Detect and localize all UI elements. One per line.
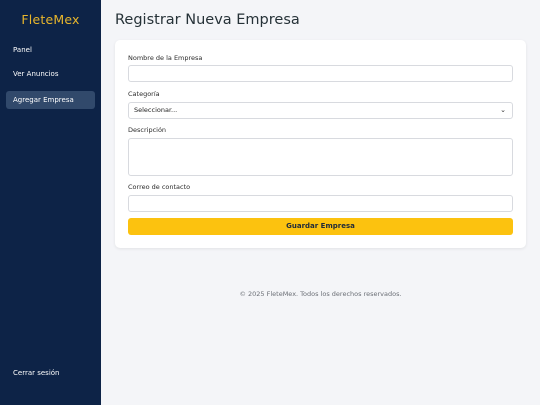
- sidebar-item-panel[interactable]: Panel: [6, 41, 95, 59]
- logout-link[interactable]: Cerrar sesión: [13, 369, 59, 377]
- category-select[interactable]: Seleccionar... ⌄: [128, 102, 513, 119]
- company-name-label: Nombre de la Empresa: [128, 54, 203, 62]
- category-label: Categoría: [128, 90, 160, 98]
- contact-email-input[interactable]: [128, 195, 513, 212]
- company-name-input[interactable]: [128, 65, 513, 82]
- description-textarea[interactable]: [128, 138, 513, 176]
- page-title: Registrar Nueva Empresa: [115, 12, 300, 28]
- chevron-down-icon: ⌄: [500, 106, 506, 114]
- contact-email-label: Correo de contacto: [128, 183, 191, 191]
- save-company-button[interactable]: Guardar Empresa: [128, 218, 513, 235]
- footer-copyright: © 2025 FleteMex. Todos los derechos rese…: [239, 290, 402, 298]
- brand-logo[interactable]: FleteMex: [0, 12, 101, 27]
- company-form-card: Nombre de la Empresa Categoría Seleccion…: [115, 40, 526, 248]
- category-selected-value: Seleccionar...: [134, 106, 178, 114]
- sidebar-item-ver-anuncios[interactable]: Ver Anuncios: [6, 65, 95, 83]
- sidebar-item-agregar-empresa[interactable]: Agregar Empresa: [6, 91, 95, 109]
- description-label: Descripción: [128, 126, 167, 134]
- sidebar: FleteMex Panel Ver Anuncios Agregar Empr…: [0, 0, 101, 405]
